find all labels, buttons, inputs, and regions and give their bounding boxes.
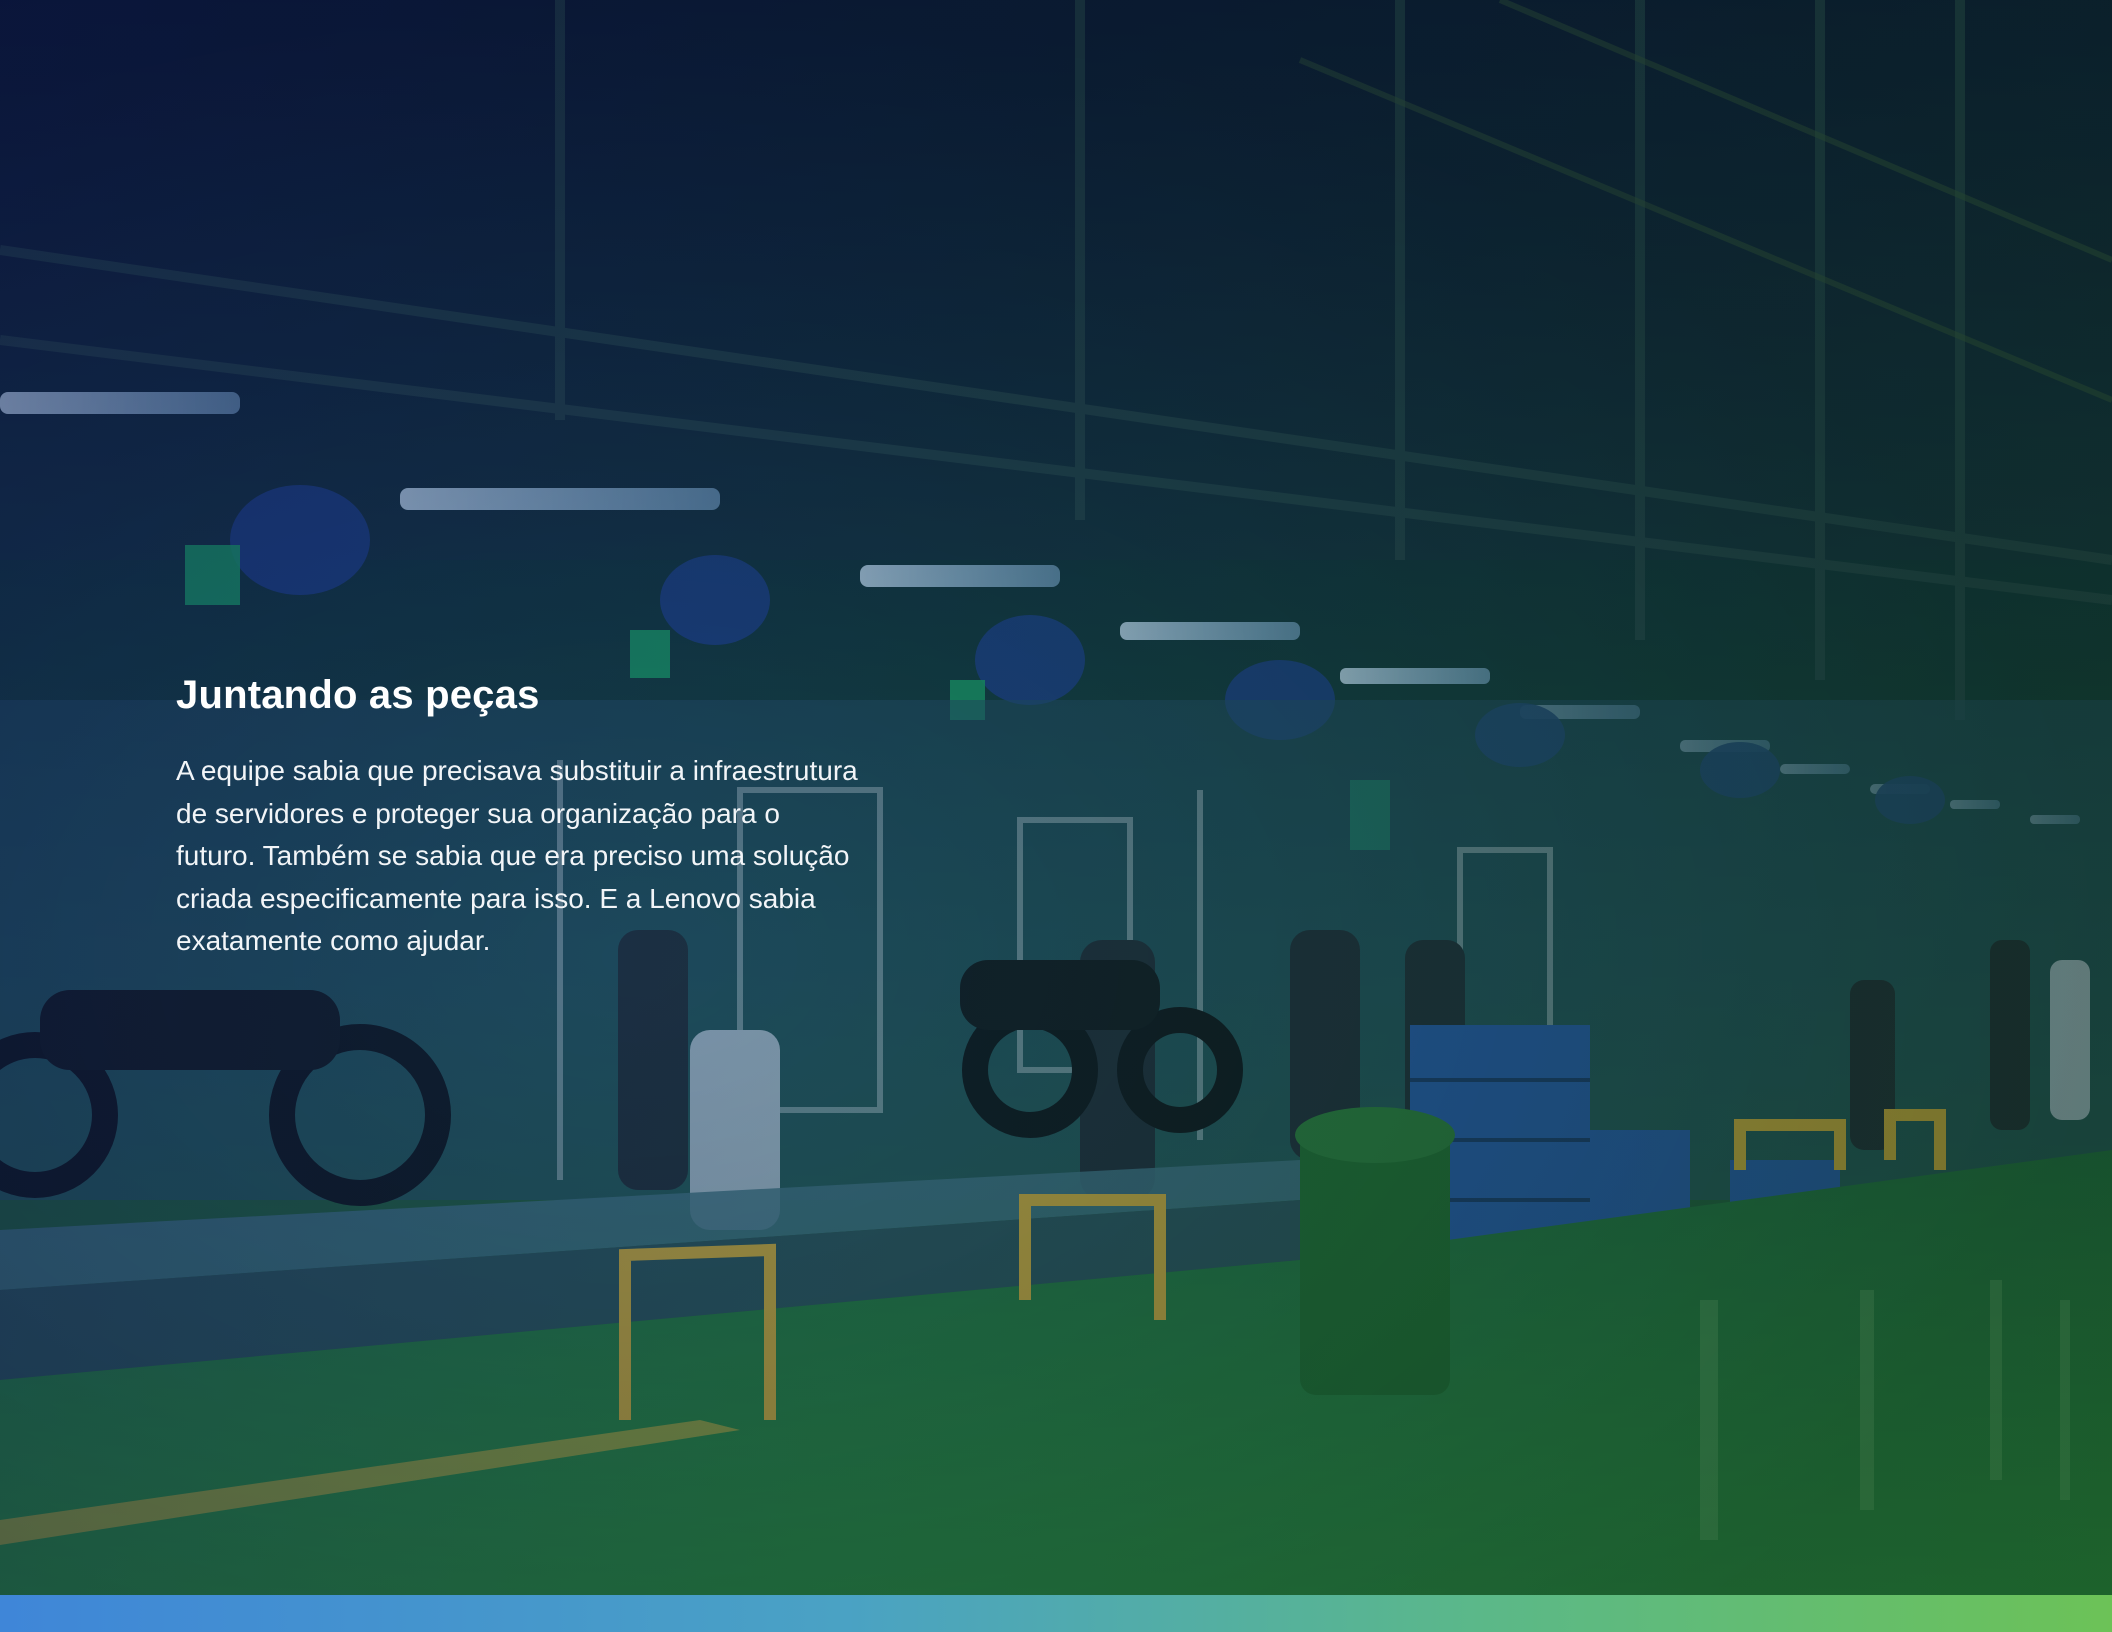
bottom-gradient-bar (0, 1595, 2112, 1632)
body-paragraph: A equipe sabia que precisava substituir … (176, 750, 1006, 963)
headline: Juntando as peças (176, 673, 540, 717)
body-line: exatamente como ajudar. (176, 925, 491, 956)
body-line: de servidores e proteger sua organização… (176, 797, 780, 829)
body-line: criada especificamente para isso. E a Le… (176, 882, 816, 914)
body-line: futuro. Também se sabia que era preciso … (176, 840, 850, 871)
body-line: A equipe sabia que precisava substituir … (176, 755, 858, 786)
page: Juntando as peças A equipe sabia que pre… (0, 0, 2112, 1632)
text-block: Juntando as peças A equipe sabia que pre… (176, 668, 1006, 963)
